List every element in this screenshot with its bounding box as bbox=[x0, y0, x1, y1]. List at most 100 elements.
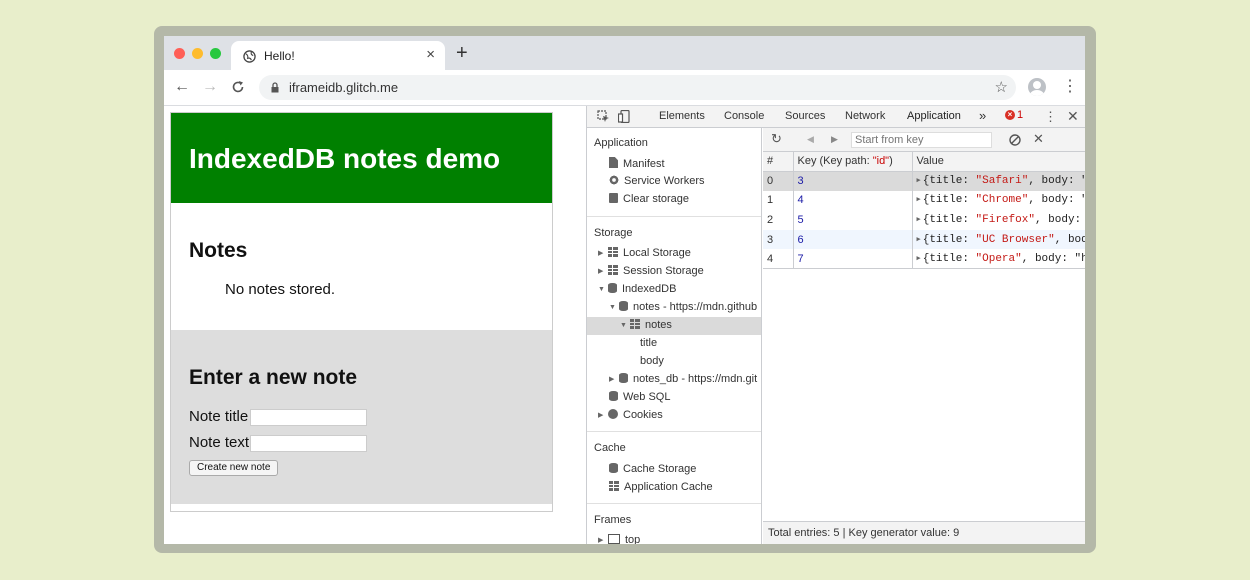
row-value: ▶{title: "Firefox", body: "h bbox=[912, 210, 1085, 230]
row-index: 1 bbox=[763, 190, 794, 211]
browser-tab[interactable]: Hello! × bbox=[231, 41, 445, 71]
expand-arrow-icon[interactable]: ▶ bbox=[598, 411, 608, 419]
sidebar-item-label: Cache Storage bbox=[623, 463, 697, 475]
value-rest: , body: "ht bbox=[1028, 194, 1085, 207]
status-bar: Total entries: 5 | Key generator value: … bbox=[763, 521, 1085, 544]
sidebar-item-clear-storage[interactable]: Clear storage bbox=[609, 193, 689, 205]
column-header-value[interactable]: Value bbox=[912, 152, 1085, 172]
table-row[interactable]: 2 5 ▶{title: "Firefox", body: "h bbox=[763, 210, 1085, 230]
table-row[interactable]: 1 4 ▶{title: "Chrome", body: "ht bbox=[763, 190, 1085, 211]
note-title-input[interactable] bbox=[250, 409, 367, 426]
expand-arrow-icon[interactable]: ▶ bbox=[917, 215, 921, 224]
sidebar-item-local-storage[interactable]: ▶ Local Storage bbox=[598, 247, 691, 259]
new-tab-button[interactable]: + bbox=[456, 42, 468, 65]
delete-selected-icon[interactable]: ✕ bbox=[1033, 131, 1044, 147]
inspect-element-icon[interactable] bbox=[597, 110, 610, 123]
database-icon bbox=[608, 283, 617, 293]
sidebar-item-notes-db[interactable]: ▼ notes - https://mdn.github bbox=[609, 301, 757, 313]
devtools-menu-icon[interactable]: ⋮ bbox=[1044, 109, 1057, 125]
sidebar-item-service-workers[interactable]: Service Workers bbox=[609, 175, 704, 187]
sidebar-item-label: notes bbox=[645, 319, 672, 331]
profile-avatar-icon[interactable] bbox=[1028, 78, 1046, 96]
sidebar-item-label: Application Cache bbox=[624, 481, 713, 493]
sidebar-item-cache-storage[interactable]: Cache Storage bbox=[609, 463, 696, 475]
sidebar-item-notes-db2[interactable]: ▶ notes_db - https://mdn.git bbox=[609, 373, 757, 385]
sidebar-item-notes-store[interactable]: ▼ notes bbox=[620, 319, 672, 331]
expand-arrow-icon[interactable]: ▶ bbox=[598, 536, 608, 544]
close-window-dot[interactable] bbox=[174, 48, 185, 59]
gear-icon bbox=[609, 175, 619, 185]
sidebar-item-manifest[interactable]: Manifest bbox=[609, 157, 665, 170]
database-icon bbox=[609, 463, 618, 473]
sidebar-item-index-title[interactable]: title bbox=[640, 337, 657, 349]
address-bar[interactable]: iframeidb.glitch.me ☆ bbox=[259, 75, 1016, 100]
sidebar-item-top-frame[interactable]: ▶ top bbox=[598, 534, 640, 544]
clear-object-store-icon[interactable] bbox=[1009, 134, 1021, 146]
forward-arrow-icon[interactable]: → bbox=[202, 78, 218, 96]
next-page-icon[interactable]: ▶ bbox=[831, 134, 838, 145]
expand-arrow-icon[interactable]: ▶ bbox=[609, 375, 619, 383]
tab-application[interactable]: Application bbox=[897, 110, 971, 130]
note-text-input[interactable] bbox=[250, 435, 367, 452]
error-counter[interactable]: × 1 bbox=[1005, 109, 1023, 121]
collapse-arrow-icon[interactable]: ▼ bbox=[620, 322, 630, 329]
sidebar-item-index-body[interactable]: body bbox=[640, 355, 664, 367]
table-header-row: # Key (Key path: "id") Value bbox=[763, 152, 1085, 172]
value-prefix: {title: bbox=[922, 175, 976, 188]
row-key: 6 bbox=[793, 229, 913, 250]
column-header-index[interactable]: # bbox=[763, 152, 794, 172]
refresh-icon[interactable]: ↻ bbox=[771, 131, 782, 147]
tab-strip: Hello! × + bbox=[164, 36, 1085, 71]
expand-arrow-icon[interactable]: ▶ bbox=[917, 176, 921, 185]
row-value: ▶{title: "Opera", body: "htt bbox=[912, 249, 1085, 269]
tab-sources[interactable]: Sources bbox=[785, 110, 825, 122]
start-from-key-input[interactable] bbox=[851, 132, 992, 148]
back-arrow-icon[interactable]: ← bbox=[174, 78, 190, 96]
previous-page-icon[interactable]: ◀ bbox=[807, 134, 814, 145]
key-header-suffix: ) bbox=[889, 155, 893, 168]
sidebar-item-application-cache[interactable]: Application Cache bbox=[609, 481, 713, 493]
database-icon bbox=[609, 391, 618, 401]
sidebar-item-label: notes_db - https://mdn.git bbox=[633, 373, 758, 385]
sidebar-item-indexeddb[interactable]: ▼ IndexedDB bbox=[598, 283, 676, 295]
devtools-close-icon[interactable]: ✕ bbox=[1067, 108, 1079, 125]
browser-menu-icon[interactable]: ⋮ bbox=[1062, 78, 1078, 96]
table-row[interactable]: 3 6 ▶{title: "UC Browser", body: bbox=[763, 229, 1085, 250]
sidebar-section-application: Application bbox=[594, 137, 648, 149]
more-tabs-icon[interactable]: » bbox=[979, 108, 986, 123]
sidebar-item-web-sql[interactable]: Web SQL bbox=[609, 391, 671, 403]
row-value: ▶{title: "UC Browser", body: bbox=[912, 229, 1085, 250]
table-row[interactable]: 0 3 ▶{title: "Safari", body: "ht bbox=[763, 171, 1085, 191]
new-note-heading: Enter a new note bbox=[189, 366, 358, 389]
expand-arrow-icon[interactable]: ▶ bbox=[598, 249, 608, 257]
collapse-arrow-icon[interactable]: ▼ bbox=[598, 286, 608, 293]
value-prefix: {title: bbox=[922, 213, 976, 226]
device-toolbar-icon[interactable] bbox=[618, 110, 631, 123]
sidebar-item-cookies[interactable]: ▶ Cookies bbox=[598, 409, 663, 421]
create-note-button[interactable]: Create new note bbox=[189, 460, 279, 476]
value-title: "Chrome" bbox=[975, 194, 1029, 207]
tab-network[interactable]: Network bbox=[845, 110, 885, 122]
lock-icon bbox=[271, 82, 279, 93]
value-prefix: {title: bbox=[922, 252, 976, 265]
expand-arrow-icon[interactable]: ▶ bbox=[917, 235, 921, 244]
expand-arrow-icon[interactable]: ▶ bbox=[917, 254, 921, 263]
row-value: ▶{title: "Safari", body: "ht bbox=[912, 171, 1085, 191]
maximize-window-dot[interactable] bbox=[210, 48, 221, 59]
bookmark-star-icon[interactable]: ☆ bbox=[995, 78, 1008, 96]
minimize-window-dot[interactable] bbox=[192, 48, 203, 59]
expand-arrow-icon[interactable]: ▶ bbox=[917, 195, 921, 204]
sidebar-item-label: Local Storage bbox=[623, 247, 691, 259]
reload-icon[interactable] bbox=[231, 80, 245, 94]
database-icon bbox=[619, 301, 628, 311]
tab-console[interactable]: Console bbox=[724, 110, 764, 122]
sidebar-item-session-storage[interactable]: ▶ Session Storage bbox=[598, 265, 704, 277]
browser-toolbar: ← → iframeidb.glitch.me ☆ ⋮ bbox=[164, 70, 1085, 106]
value-title: "UC Browser" bbox=[975, 233, 1055, 246]
tab-elements[interactable]: Elements bbox=[659, 110, 705, 122]
table-row[interactable]: 4 7 ▶{title: "Opera", body: "htt bbox=[763, 249, 1085, 269]
expand-arrow-icon[interactable]: ▶ bbox=[598, 267, 608, 275]
column-header-key[interactable]: Key (Key path: "id") bbox=[793, 152, 913, 172]
tab-close-icon[interactable]: × bbox=[426, 46, 435, 63]
collapse-arrow-icon[interactable]: ▼ bbox=[609, 304, 619, 311]
